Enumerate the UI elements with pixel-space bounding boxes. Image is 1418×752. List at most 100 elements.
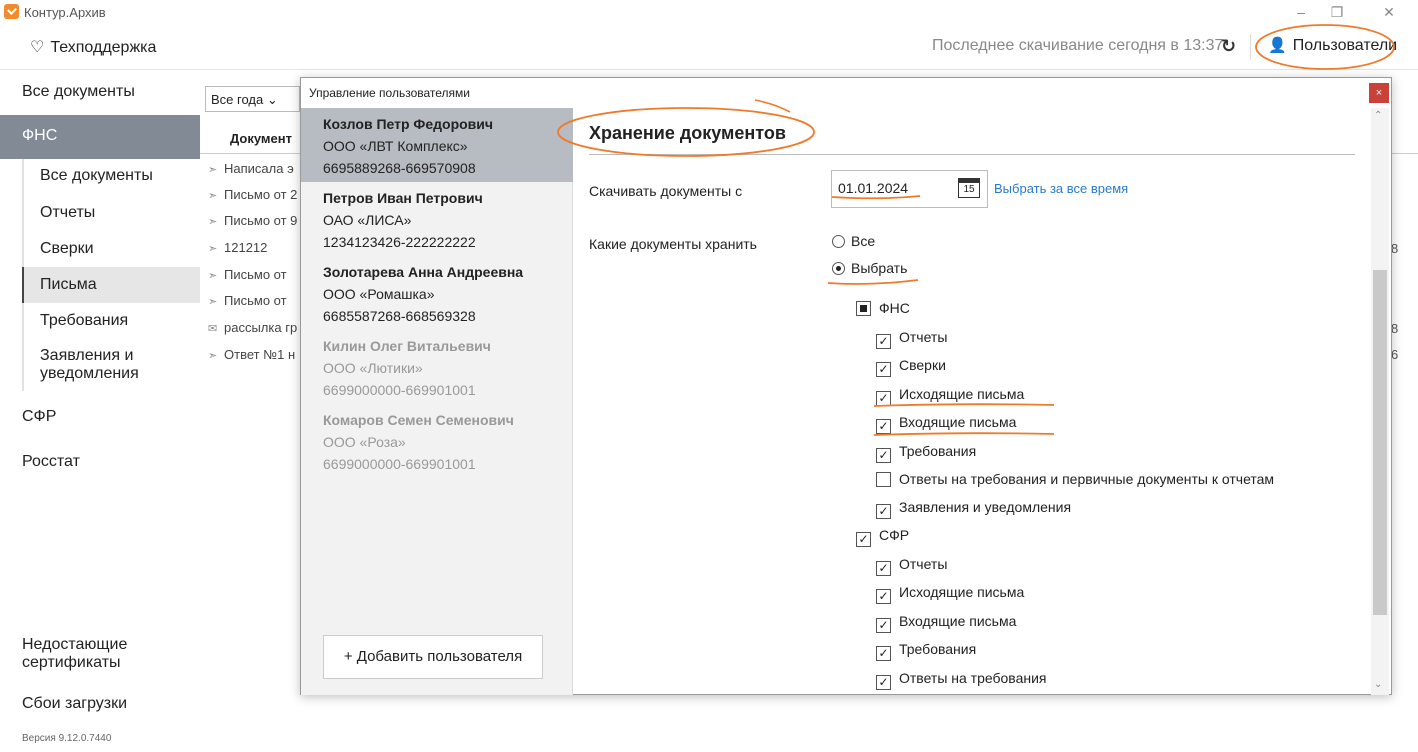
- send-icon: ➣: [208, 164, 218, 176]
- sfr-option-checkbox[interactable]: ✓ Исходящие письма: [876, 584, 1025, 605]
- nav-fns-reports[interactable]: Отчеты: [22, 195, 200, 231]
- maximize-button[interactable]: ❐: [1322, 2, 1352, 22]
- sfr-option-label: Требования: [899, 641, 977, 658]
- fns-group-checkbox[interactable]: ФНС: [856, 300, 910, 316]
- minimize-button[interactable]: –: [1286, 2, 1316, 22]
- sfr-group-checkbox[interactable]: ✓ СФР: [856, 527, 909, 547]
- sfr-option-checkbox[interactable]: ✓ Отчеты: [876, 556, 947, 576]
- user-item[interactable]: Петров Иван Петрович ОАО «ЛИСА» 12341234…: [301, 182, 573, 256]
- app-header: ♡ Техподдержка Последнее скачивание сегод…: [0, 24, 1418, 70]
- nav-sfr[interactable]: СФР: [22, 408, 192, 426]
- scrollbar[interactable]: ⌃ ⌄: [1371, 108, 1389, 695]
- nav-all-documents[interactable]: Все документы: [22, 83, 192, 101]
- sfr-option-checkbox[interactable]: ✓ Ответы на требования: [876, 670, 1047, 690]
- user-org: ООО «ЛВТ Комплекс»: [323, 138, 468, 154]
- user-item[interactable]: Комаров Семен Семенович ООО «Роза» 66990…: [301, 404, 573, 478]
- nav-fns-label: ФНС: [22, 127, 58, 144]
- app-logo-icon: [4, 4, 19, 19]
- fns-option-checkbox[interactable]: ✓ Отчеты: [876, 329, 947, 349]
- nav-load-errors[interactable]: Сбои загрузки: [22, 695, 192, 713]
- user-item[interactable]: Килин Олег Витальевич ООО «Лютики» 66990…: [301, 330, 573, 404]
- table-row[interactable]: ➣ Написала э: [208, 161, 300, 187]
- sfr-group-label: СФР: [879, 527, 910, 543]
- scroll-thumb[interactable]: [1373, 270, 1387, 615]
- nav-fns[interactable]: ФНС: [0, 115, 200, 159]
- fns-option-checkbox[interactable]: ✓ Заявления и уведомления: [876, 499, 1071, 520]
- table-row[interactable]: ➣ Письмо от 2: [208, 187, 300, 213]
- all-time-link[interactable]: Выбрать за все время: [994, 181, 1128, 196]
- nav-fns-all[interactable]: Все документы: [22, 159, 200, 195]
- checkbox-checked: ✓: [876, 561, 891, 576]
- sfr-option-label: Исходящие письма: [899, 584, 1025, 601]
- radio-select[interactable]: Выбрать: [832, 260, 907, 276]
- row-title: Письмо от: [224, 293, 287, 308]
- column-document: Документ: [230, 131, 292, 146]
- section-title: Хранение документов: [589, 123, 786, 143]
- user-name: Килин Олег Витальевич: [323, 338, 491, 354]
- sfr-option-label: Входящие письма: [899, 612, 1017, 629]
- refresh-icon[interactable]: ↻: [1221, 36, 1236, 57]
- scroll-down-icon[interactable]: ⌄: [1374, 679, 1382, 690]
- user-item[interactable]: Золотарева Анна Андреевна ООО «Ромашка» …: [301, 256, 573, 330]
- year-filter-select[interactable]: Все года ⌄: [205, 86, 300, 112]
- dialog-close-button[interactable]: ×: [1369, 83, 1389, 103]
- user-name: Золотарева Анна Андреевна: [323, 264, 524, 280]
- nav-fns-statements[interactable]: Заявления и уведомления: [22, 339, 200, 391]
- user-inn: 6695889268-669570908: [323, 160, 476, 176]
- user-inn: 6685587268-668569328: [323, 308, 476, 324]
- row-count: 8: [1391, 321, 1399, 336]
- heart-icon: ♡: [30, 39, 45, 56]
- section-divider: [589, 154, 1355, 155]
- add-user-button[interactable]: + Добавить пользователя: [323, 635, 543, 679]
- checkbox-checked: ✓: [876, 419, 891, 435]
- table-row[interactable]: ➣ 121212: [208, 240, 300, 266]
- table-row[interactable]: ➣ Письмо от: [208, 293, 300, 319]
- nav-fns-reconciliations[interactable]: Сверки: [22, 231, 200, 267]
- fns-option-checkbox[interactable]: ✓ Сверки: [876, 357, 946, 378]
- user-management-dialog: Управление пользователями × Козлов Петр …: [300, 77, 1392, 695]
- fns-option-label: Требования: [899, 442, 977, 459]
- checkbox-checked: ✓: [856, 532, 871, 547]
- year-filter-value: Все года: [211, 92, 264, 107]
- checkbox-checked: ✓: [876, 674, 891, 690]
- fns-option-label: Исходящие письма: [899, 385, 1025, 402]
- table-row[interactable]: ➣ Письмо от: [208, 267, 300, 293]
- nav-missing-certificates[interactable]: Недостающие сертификаты: [22, 636, 152, 672]
- radio-select-label: Выбрать: [851, 260, 908, 276]
- row-title: Письмо от 9: [224, 213, 298, 228]
- sfr-option-checkbox[interactable]: ✓ Требования: [876, 641, 977, 662]
- sfr-option-label: Отчеты: [899, 556, 948, 572]
- radio-all[interactable]: Все: [832, 233, 875, 249]
- calendar-icon[interactable]: 15: [958, 178, 980, 198]
- send-icon: ➣: [208, 190, 218, 202]
- download-from-label: Скачивать документы с: [589, 183, 743, 199]
- nav-fns-requirements[interactable]: Требования: [22, 303, 200, 339]
- scroll-up-icon[interactable]: ⌃: [1374, 110, 1382, 121]
- row-title: Письмо от: [224, 267, 287, 282]
- checkbox-checked: ✓: [876, 617, 891, 633]
- support-link[interactable]: ♡ Техподдержка: [30, 37, 156, 57]
- table-row[interactable]: ✉ рассылка гр: [208, 320, 300, 346]
- sfr-option-checkbox[interactable]: ✓ Входящие письма: [876, 613, 1016, 633]
- send-icon: ➣: [208, 243, 218, 255]
- table-row[interactable]: ➣ Письмо от 9: [208, 213, 300, 239]
- fns-option-label: Сверки: [899, 357, 946, 374]
- nav-fns-letters[interactable]: Письма: [22, 267, 200, 303]
- row-title: Ответ №1 н: [224, 347, 296, 362]
- users-button[interactable]: 👤 Пользователи: [1262, 34, 1403, 60]
- user-item[interactable]: Козлов Петр Федорович ООО «ЛВТ Комплекс»…: [301, 108, 573, 182]
- fns-option-checkbox[interactable]: ✓ Входящие письма: [876, 414, 1016, 435]
- fns-option-checkbox[interactable]: ✓ Требования: [876, 443, 976, 463]
- table-row[interactable]: ➣ Ответ №1 н: [208, 347, 300, 373]
- users-button-label: Пользователи: [1292, 37, 1398, 54]
- close-window-button[interactable]: ✕: [1374, 2, 1404, 22]
- fns-option-checkbox[interactable]: Ответы на требования и первичные докумен…: [876, 471, 1274, 487]
- nav-rosstat[interactable]: Росстат: [22, 453, 192, 471]
- user-inn: 6699000000-669901001: [323, 456, 476, 472]
- sfr-option-label: Ответы на требования: [899, 669, 1047, 686]
- fns-group-label: ФНС: [879, 300, 910, 316]
- row-count: 8: [1391, 241, 1399, 256]
- send-icon: ➣: [208, 270, 218, 282]
- fns-option-checkbox[interactable]: ✓ Исходящие письма: [876, 386, 1024, 406]
- checkbox-checked: ✓: [876, 447, 891, 463]
